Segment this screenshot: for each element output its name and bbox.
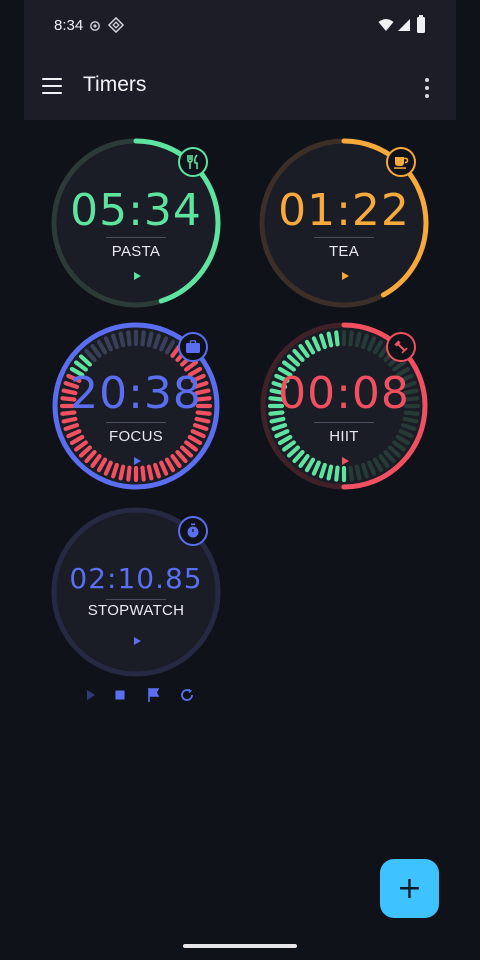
ring-segment: [118, 464, 126, 481]
timer-label: FOCUS: [109, 428, 163, 445]
plus-icon: +: [396, 870, 423, 906]
stopwatch-icon[interactable]: [178, 516, 208, 546]
divider: [106, 599, 166, 600]
divider: [314, 422, 374, 423]
status-bar: 8:34: [24, 0, 456, 52]
utensils-icon[interactable]: [178, 147, 208, 177]
divider: [106, 422, 166, 423]
app-notification-icon: [108, 17, 124, 33]
ring-segment: [402, 416, 419, 424]
ring-segment: [334, 465, 340, 482]
timer-time: 00:08: [278, 368, 410, 419]
menu-icon[interactable]: [42, 78, 64, 96]
timer-label: HIIT: [329, 428, 359, 445]
timer-label: STOPWATCH: [87, 602, 185, 619]
ring-segment: [118, 331, 126, 348]
ring-segment: [140, 465, 146, 482]
ring-segment: [354, 464, 362, 481]
ring-segment: [194, 416, 211, 424]
ring-segment: [146, 331, 154, 348]
stop-icon[interactable]: [111, 686, 129, 704]
timer-time: 01:22: [278, 185, 410, 236]
timer-card-tea[interactable]: 01:22 TEA: [256, 135, 432, 311]
play-icon[interactable]: [342, 457, 349, 465]
battery-icon: [417, 15, 425, 33]
ring-segment: [269, 416, 286, 424]
status-time: 8:34: [54, 17, 84, 34]
circle-dot-icon: [90, 21, 100, 31]
timer-time: 20:38: [70, 368, 202, 419]
timer-card-focus[interactable]: 20:38 FOCUS: [48, 318, 224, 494]
play-icon[interactable]: [342, 272, 349, 280]
add-timer-button[interactable]: +: [380, 859, 439, 918]
ring-segment: [354, 331, 362, 348]
coffee-cup-icon[interactable]: [386, 147, 416, 177]
dumbbell-icon[interactable]: [386, 332, 416, 362]
ring-segment: [126, 330, 132, 347]
ring-segment: [334, 330, 340, 347]
wifi-icon: [378, 19, 394, 31]
ring-segment: [326, 331, 334, 348]
briefcase-icon[interactable]: [178, 332, 208, 362]
signal-icon: [398, 19, 410, 31]
app-bar: Timers: [24, 52, 456, 120]
timer-card-stopwatch[interactable]: 02:10.85 STOPWATCH: [48, 504, 224, 680]
timer-label: PASTA: [111, 243, 161, 260]
play-icon[interactable]: [82, 686, 100, 704]
ring-segment: [146, 464, 154, 481]
timer-time: 05:34: [70, 185, 202, 236]
page-title: Timers: [83, 73, 147, 96]
stopwatch-controls: [80, 686, 210, 706]
timer-label: TEA: [328, 243, 360, 260]
divider: [106, 237, 166, 238]
stopwatch-time: 02:10.85: [69, 562, 203, 595]
play-icon[interactable]: [134, 457, 141, 465]
play-icon[interactable]: [134, 637, 141, 645]
more-options-icon[interactable]: [422, 77, 434, 99]
ring-segment: [126, 465, 132, 482]
timer-card-pasta[interactable]: 05:34 PASTA: [48, 135, 224, 311]
ring-segment: [348, 465, 354, 482]
flag-icon[interactable]: [145, 686, 163, 704]
divider: [314, 237, 374, 238]
reset-icon[interactable]: [178, 686, 196, 704]
ring-segment: [140, 330, 146, 347]
ring-segment: [348, 330, 354, 347]
play-icon[interactable]: [134, 272, 141, 280]
ring-segment: [61, 416, 78, 424]
gesture-nav-bar[interactable]: [183, 944, 297, 948]
ring-segment: [326, 464, 334, 481]
timer-card-hiit[interactable]: 00:08 HIIT: [256, 318, 432, 494]
